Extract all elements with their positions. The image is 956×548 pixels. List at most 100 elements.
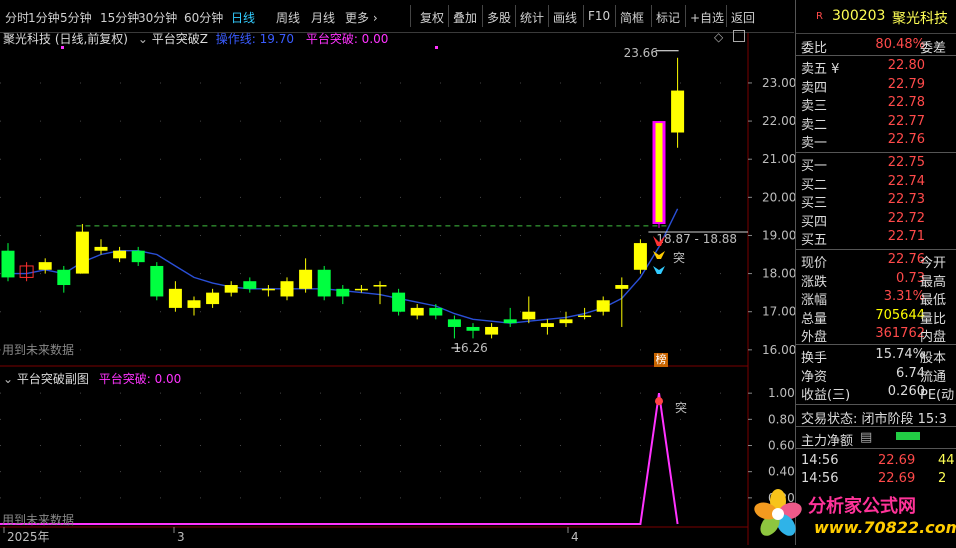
candle-body [503,319,517,324]
ask-row: 卖一 22.76 [796,131,956,151]
candle-body [299,269,313,289]
tool-0[interactable]: 复权 [420,9,444,26]
x-tick-label: 2025年 [7,530,50,544]
period-6[interactable]: 日线 [231,9,255,26]
stat2-row: 净资 6.74 流通 [796,365,956,385]
indicator-toggle-icon[interactable]: ⌄ [138,32,148,46]
candle-body [615,285,629,289]
high-label: 23.66 [624,46,658,60]
bid-row: 买二 22.74 [796,173,956,193]
webi-row: 委比 80.48% 委差 [796,36,956,56]
watermark-url: www.70822.com [814,518,956,537]
sub-toggle-icon[interactable]: ⌄ [3,372,13,386]
sub-signal-text: 突 [675,400,687,415]
price-tick-label: 22.00 [762,114,795,128]
period-9[interactable]: 更多 › [345,9,378,26]
tick-time: 14:56 [801,453,839,468]
r-badge-icon: R [816,11,823,22]
tool-8[interactable]: +自选 [690,9,724,26]
stock-title: 聚光科技 (日线,前复权) [3,32,128,46]
panel-maximize-icon[interactable] [733,30,745,42]
toolbar-divider [548,5,549,27]
sub-tick-label: 0.40 [768,465,795,479]
period-5[interactable]: 60分钟 [184,9,223,26]
tool-6[interactable]: 简框 [620,9,644,26]
bid-row-value: 22.71 [887,229,925,245]
candle-body [596,300,610,312]
tool-9[interactable]: 返回 [731,9,755,26]
stat2-row-extra: 股本 [920,351,947,366]
candle-body [317,269,331,297]
bid-row-label: 买五 [801,233,828,249]
tool-4[interactable]: 画线 [553,9,577,26]
period-2[interactable]: 5分钟 [60,9,92,26]
candle-body [429,307,443,316]
bang-badge[interactable]: 榜 [654,353,668,367]
tool-7[interactable]: 标记 [656,9,680,26]
sub-indicator-chart[interactable]: 1.000.800.600.400.20突2025年34 [0,367,795,545]
candle-body [671,90,685,133]
tool-5[interactable]: F10 [588,9,610,23]
indicator-name[interactable]: 平台突破Z [152,32,208,46]
stat-row-extra: 最高 [920,274,947,290]
stock-name: 聚光科技 [892,11,948,27]
sub-star-icon [655,397,663,406]
period-1[interactable]: 1分钟 [28,9,60,26]
ask-row: 卖五 ¥ 22.80 [796,57,956,77]
period-4[interactable]: 30分钟 [138,9,177,26]
candle-body [522,311,536,320]
sub-tick-label: 0.60 [768,439,795,453]
candle-body [113,250,127,259]
main-kline-chart[interactable]: 16.00 17.00 18.00 19.00 20.00 21.00 22.00 23.00… [0,33,795,367]
ask-row-label: 卖三 [801,99,828,115]
price-tick-label: 16.00 [762,343,795,357]
candle-body [280,281,294,297]
toolbar-divider [685,5,686,27]
period-8[interactable]: 月线 [311,9,335,26]
period-3[interactable]: 15分钟 [100,9,139,26]
tick-price: 22.69 [878,453,916,468]
period-7[interactable]: 周线 [276,9,300,26]
stat-row-value: 705644 [875,307,925,323]
tool-2[interactable]: 多股 [487,9,511,26]
candle-body [261,288,275,291]
candle-body [206,292,220,305]
candle-body [38,262,52,270]
panel-options-icon[interactable]: ◇ [714,30,723,44]
candle-body [187,300,201,308]
toolbar-divider [410,5,411,27]
ask-row-label: 卖五 ¥ [801,62,840,77]
ask-row-value: 22.78 [887,95,925,111]
bid-row-label: 买二 [801,177,828,193]
tool-1[interactable]: 叠加 [453,9,477,26]
stat-row-label: 涨幅 [801,293,828,309]
ask-row-value: 22.80 [887,58,925,73]
sub-indicator-name[interactable]: 平台突破副图 [17,372,89,386]
bid-row-label: 买一 [801,159,828,174]
sub-future-data-note: 用到未来数据 [2,513,75,527]
stat-row-extra: 量比 [920,311,947,327]
tool-3[interactable]: 统计 [520,9,544,26]
candle-body [578,315,592,318]
tick-volume: 44 [938,453,955,468]
list-icon[interactable]: ▤ [860,430,872,445]
bid-row: 买一 22.75 [796,154,956,174]
main-flow-row: 主力净额 ▤ [796,429,956,449]
bid-row-value: 22.73 [887,192,925,208]
ask-row-value: 22.79 [887,76,925,92]
candle-body [559,319,573,324]
quote-header: R 300203 聚光科技 [796,0,956,34]
price-tick-label: 23.00 [762,76,795,90]
price-tick-label: 20.00 [762,190,795,204]
period-0[interactable]: 分时 [5,9,29,26]
quote-divider [796,448,956,449]
candle-body [447,319,461,327]
stat2-row-value: 15.74% [875,347,925,362]
stock-code: 300203 [832,8,886,24]
butterfly-signal-icon-2 [653,266,665,275]
stat-row-extra: 内盘 [920,330,947,346]
period-toolbar: 分时 1分钟 5分钟 15分钟 30分钟 60分钟 日线 周线 月线 更多 › 复权 叠加 多股 统计 画线… [0,0,794,33]
bid-row: 买三 22.73 [796,191,956,211]
quote-divider [796,344,956,345]
stat-row-extra: 今开 [920,256,947,271]
